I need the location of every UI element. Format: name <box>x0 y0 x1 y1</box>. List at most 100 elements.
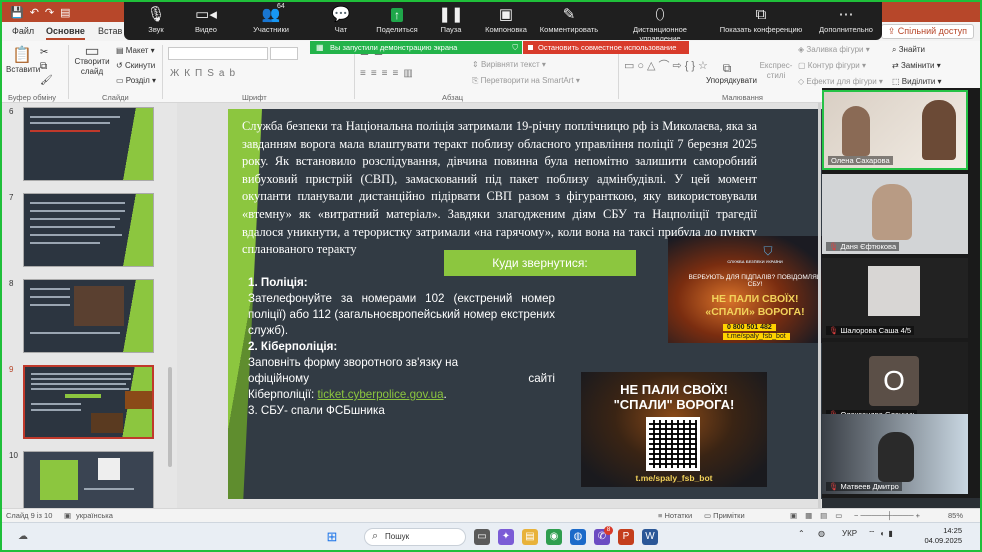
tray-chevron-icon[interactable]: ⌃ <box>798 529 805 538</box>
thumb-number: 8 <box>9 279 14 288</box>
show-meeting-button[interactable]: ⧉ Показать конференцию <box>716 5 806 34</box>
taskbar-clock[interactable]: 14:25 04.09.2025 <box>924 526 962 546</box>
chrome-icon[interactable]: ◉ <box>546 529 562 545</box>
annotate-button[interactable]: ✎ Комментировать <box>537 5 601 34</box>
layout-button[interactable]: ▣ Компоновка <box>474 5 538 34</box>
new-slide-icon: ▭ <box>84 43 100 60</box>
align-icons[interactable]: ≡≡≡≡▥ <box>360 68 418 79</box>
sbu-banner: ⛉ СЛУЖБА БЕЗПЕКИ УКРАЇНИ ВЕРБУЮТЬ ДЛЯ ПІ… <box>668 236 822 343</box>
font-size-field[interactable] <box>270 47 298 60</box>
select-button[interactable]: ⬚ Виділити ▾ <box>892 77 942 86</box>
tab-home[interactable]: Основне <box>46 26 85 40</box>
group-slides: Слайди <box>102 93 129 102</box>
shield-icon: ⛉ <box>512 43 518 52</box>
copilot-icon[interactable]: ✦ <box>498 529 514 545</box>
cyberpolice-link[interactable]: ticket.cyberpolice.gov.ua <box>317 388 443 401</box>
layout-icon: ▣ <box>498 6 514 23</box>
find-button[interactable]: ⌕ Знайти <box>892 45 925 55</box>
share-icon: ⇪ <box>887 26 898 36</box>
reset-button[interactable]: ↺ Скинути <box>116 61 155 70</box>
slide[interactable]: Служба безпеки та Національна поліція за… <box>228 109 822 499</box>
participant-tile[interactable]: 🎙 Матвеев Дмитро <box>822 414 968 494</box>
font-name-field[interactable] <box>168 47 268 60</box>
participant-tile[interactable]: О 🎙Олександра Єленчук <box>822 342 968 422</box>
remote-control-button[interactable]: ⬯ Дистанционное управление <box>612 5 708 43</box>
clipboard-icon: 📋 <box>12 47 32 64</box>
participant-tile[interactable]: 🎙 Даня Єфтюкова <box>822 174 968 254</box>
participant-name: Олена Сахарова <box>828 156 893 165</box>
powerpoint-icon[interactable]: P <box>618 529 634 545</box>
shape-effects-menu[interactable]: ◇ Ефекти для фігури ▾ <box>798 77 883 86</box>
zoom-slider[interactable]: − ─────┼──── + <box>854 511 920 520</box>
participant-name: 🎙 Даня Єфтюкова <box>826 242 900 251</box>
notification-badge: 8 <box>604 526 613 535</box>
stop-sharing-button[interactable]: Остановить совместное использование <box>523 41 689 54</box>
more-button[interactable]: ⋯ Дополнительно <box>814 5 878 34</box>
shapes-gallery[interactable]: ▭○△⌒⇨{}☆ <box>624 57 711 73</box>
thumbnails-scrollbar[interactable] <box>167 107 173 502</box>
participant-tile[interactable]: 🎙 Шалорова Саша 4/5 <box>822 258 968 338</box>
format-painter-icon[interactable]: 🖌 <box>40 75 53 86</box>
slide-thumbnail-7[interactable] <box>23 193 154 267</box>
cyberpolice-title: 2. Кіберполіція: <box>248 340 338 353</box>
cyberpolice-text-row: офіційному сайті <box>248 372 555 385</box>
contacts-text[interactable]: 1. Поліція: Зателефонуйте за номерами 10… <box>248 275 555 419</box>
participant-name: 🎙 Шалорова Саша 4/5 <box>826 326 915 335</box>
group-clipboard: Буфер обміну <box>8 93 57 102</box>
mic-muted-icon: 🎙 <box>829 242 839 251</box>
slide-scrollbar[interactable] <box>818 103 821 508</box>
participant-tile[interactable]: Олена Сахарова <box>822 90 968 170</box>
start-icon[interactable]: ⊞ <box>324 529 340 545</box>
arrange-button[interactable]: ⧉ Упорядкувати <box>706 61 757 85</box>
thumb-number: 9 <box>9 365 14 374</box>
video-button[interactable]: ▭◂ Видео <box>174 5 238 34</box>
taskbar-search[interactable]: Пошук <box>364 528 466 546</box>
spellcheck-icon[interactable]: ▣ <box>64 511 71 520</box>
where-to-turn-box[interactable]: Куди звернутися: <box>444 250 636 276</box>
police-text: Зателефонуйте за номерами 102 (екстрений… <box>248 292 555 337</box>
text-align-menu[interactable]: ⇕ Вирівняти текст ▾ <box>472 60 546 69</box>
quick-styles-button[interactable]: Експрес-стилі <box>758 61 794 81</box>
slide-thumbnail-9[interactable] <box>23 365 154 439</box>
cyberpolice-link-row: Кіберполіції: ticket.cyberpolice.gov.ua. <box>248 388 447 401</box>
language-label[interactable]: українська <box>76 511 113 520</box>
shape-outline-menu[interactable]: ▢ Контур фігури ▾ <box>798 61 866 70</box>
arrange-icon: ⧉ <box>722 61 732 75</box>
new-slide-button[interactable]: ▭ Створити слайд <box>72 43 112 77</box>
slide-thumbnail-6[interactable] <box>23 107 154 181</box>
viber-icon[interactable]: ✆ 8 <box>594 526 613 545</box>
shape-fill-menu[interactable]: ◈ Заливка фігури ▾ <box>798 45 870 54</box>
tab-insert[interactable]: Встав <box>98 26 122 36</box>
chat-button[interactable]: 💬 Чат <box>309 5 373 34</box>
replace-button[interactable]: ⇄ Замінити ▾ <box>892 61 941 70</box>
qr-code <box>646 417 700 471</box>
file-explorer-icon[interactable]: ▤ <box>522 529 538 545</box>
zoom-level[interactable]: 85% <box>948 511 963 520</box>
sharing-notice: Вы запустили демонстрацию экрана ⛉ <box>310 41 522 54</box>
language-indicator[interactable]: УКР <box>842 529 857 538</box>
paste-button[interactable]: 📋 Вставити <box>6 45 40 74</box>
mouse-icon: ⬯ <box>655 6 665 23</box>
network-volume-icons[interactable]: ⌔◖▮ <box>868 529 897 539</box>
participants-count: 64 <box>277 3 285 10</box>
share-access-button[interactable]: ⇪ Спільний доступ <box>880 24 974 39</box>
tray-app-icon[interactable]: ◍ <box>818 529 825 538</box>
word-icon[interactable]: W <box>642 529 658 545</box>
slide-thumbnail-8[interactable] <box>23 279 154 353</box>
font-format-icons[interactable]: ЖКПSab <box>170 68 240 79</box>
participants-button[interactable]: 👥 64 Участники <box>239 3 303 34</box>
notes-button[interactable]: ≡ Нотатки <box>658 511 692 520</box>
copy-icon[interactable]: ⧉ <box>40 61 47 72</box>
view-buttons[interactable]: ▣▦▤▭ <box>790 511 850 520</box>
layout-menu[interactable]: ▤ Макет ▾ <box>116 46 155 55</box>
section-menu[interactable]: ▭ Розділ ▾ <box>116 76 156 85</box>
tab-file[interactable]: Файл <box>12 26 34 36</box>
smartart-button[interactable]: ⎘ Перетворити на SmartArt ▾ <box>472 76 580 86</box>
quick-access-icons[interactable]: 💾↶↷▤ <box>10 6 77 19</box>
zoom-app-icon[interactable]: ◍ <box>570 529 586 545</box>
comments-button[interactable]: ▭ Примітки <box>704 511 745 520</box>
qr-banner: НЕ ПАЛИ СВОЇХ! "СПАЛИ" ВОРОГА! t.me/spal… <box>581 372 767 487</box>
cut-icon[interactable]: ✂ <box>40 47 48 58</box>
task-view-icon[interactable]: ▭ <box>474 529 490 545</box>
weather-icon[interactable]: ☁ <box>10 529 36 545</box>
